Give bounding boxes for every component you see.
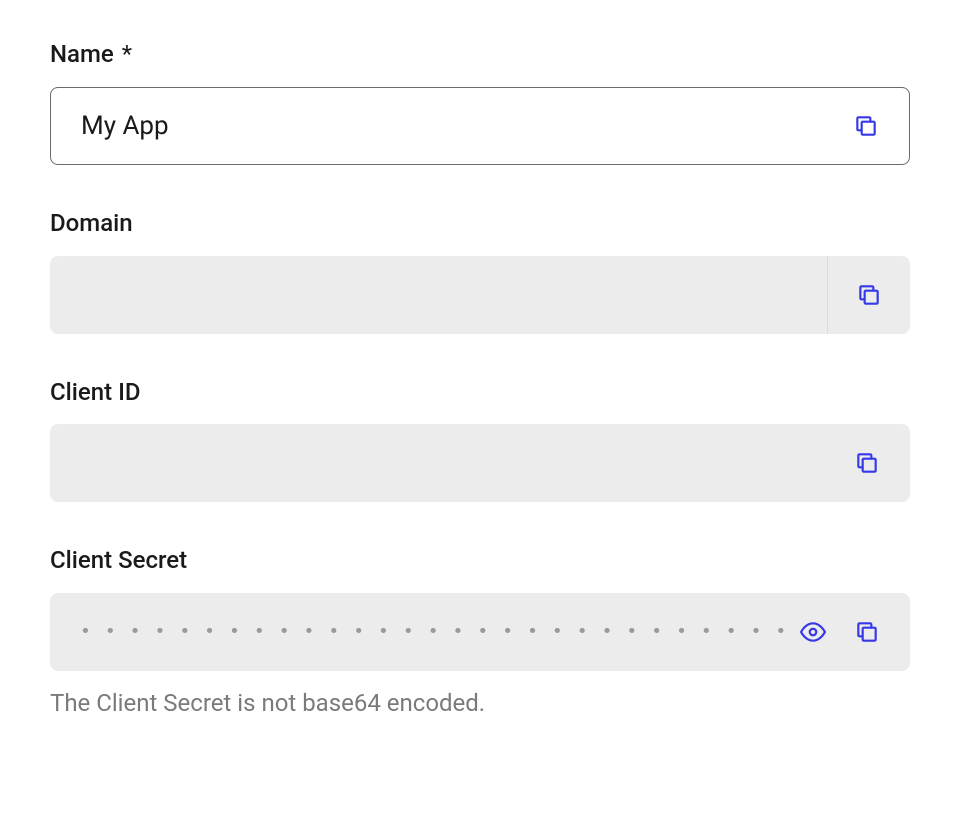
- copy-icon: [854, 619, 880, 645]
- required-marker: *: [122, 40, 132, 68]
- eye-icon: [800, 619, 826, 645]
- name-label-text: Name: [50, 40, 114, 68]
- name-field-group: Name *: [50, 40, 910, 165]
- client-secret-copy-button[interactable]: [846, 611, 888, 653]
- client-secret-actions: [792, 593, 910, 671]
- client-id-copy-button[interactable]: [846, 442, 888, 484]
- domain-actions: [827, 256, 910, 334]
- copy-icon: [856, 282, 882, 308]
- client-id-input-wrapper: [50, 424, 910, 502]
- client-id-actions: [846, 424, 910, 502]
- name-copy-button[interactable]: [845, 105, 887, 147]
- domain-input: [50, 256, 827, 334]
- domain-label-text: Domain: [50, 209, 133, 237]
- client-id-input: [50, 424, 846, 502]
- client-secret-helper: The Client Secret is not base64 encoded.: [50, 689, 910, 717]
- client-secret-masked: •••••••••••••••••••••••••••••••••••••••: [50, 623, 792, 641]
- client-secret-field-group: Client Secret ••••••••••••••••••••••••••…: [50, 546, 910, 717]
- client-secret-label-text: Client Secret: [50, 546, 187, 574]
- name-input-wrapper: [50, 87, 910, 165]
- copy-icon: [854, 450, 880, 476]
- domain-input-wrapper: [50, 256, 910, 334]
- client-secret-reveal-button[interactable]: [792, 611, 834, 653]
- domain-copy-button[interactable]: [848, 274, 890, 316]
- domain-label: Domain: [50, 209, 910, 238]
- name-input[interactable]: [51, 88, 845, 164]
- name-actions: [845, 88, 909, 164]
- client-id-label-text: Client ID: [50, 378, 141, 406]
- copy-icon: [853, 113, 879, 139]
- name-label: Name *: [50, 40, 910, 69]
- client-id-label: Client ID: [50, 378, 910, 407]
- client-id-field-group: Client ID: [50, 378, 910, 503]
- client-secret-input-wrapper: •••••••••••••••••••••••••••••••••••••••: [50, 593, 910, 671]
- client-secret-label: Client Secret: [50, 546, 910, 575]
- domain-field-group: Domain: [50, 209, 910, 334]
